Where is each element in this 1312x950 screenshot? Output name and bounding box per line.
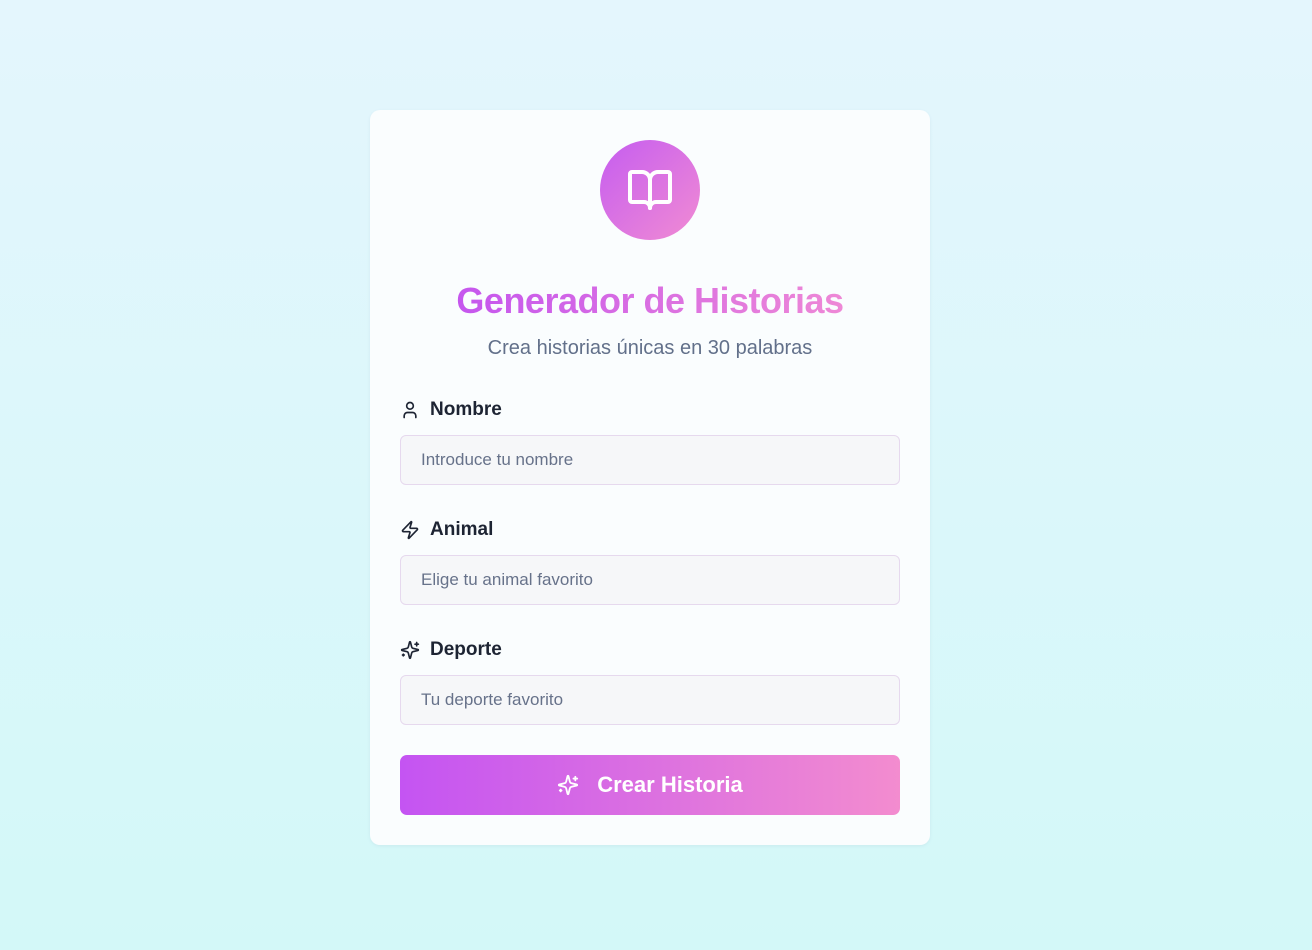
nombre-label: Nombre [400,398,502,422]
sparkles-icon [400,640,420,660]
story-generator-card: Generador de Historias Crea historias ún… [370,110,930,845]
user-icon [400,400,420,420]
animal-label-text: Animal [430,519,494,540]
sparkles-icon [557,774,579,796]
logo-badge [600,140,700,240]
deporte-input[interactable] [400,675,900,725]
book-open-icon [628,170,672,210]
nombre-input[interactable] [400,435,900,485]
page-subtitle: Crea historias únicas en 30 palabras [487,337,813,359]
animal-label: Animal [400,518,493,542]
deporte-label: Deporte [400,638,502,662]
create-story-button-label: Crear Historia [597,772,743,797]
deporte-label-text: Deporte [430,639,502,660]
zap-icon [400,520,420,540]
page-title: Generador de Historias [456,280,844,321]
animal-input[interactable] [400,555,900,605]
create-story-button[interactable]: Crear Historia [400,755,900,815]
nombre-label-text: Nombre [430,399,502,420]
